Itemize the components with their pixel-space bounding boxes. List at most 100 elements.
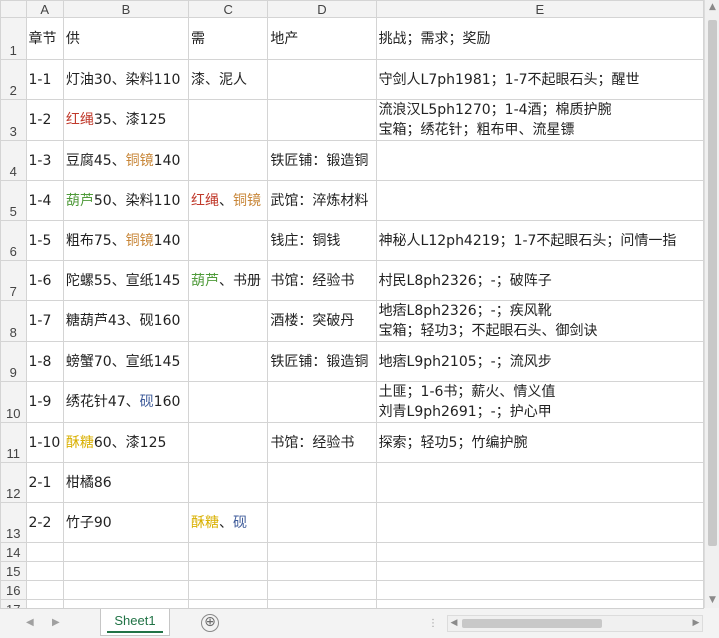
cell-chapter[interactable]: 1-7	[25, 300, 64, 342]
cell-supply[interactable]: 粗布75、铜镜140	[62, 220, 189, 261]
cell-supply[interactable]: 葫芦50、染料110	[62, 180, 189, 221]
cell[interactable]	[62, 599, 189, 608]
cell-challenge[interactable]	[375, 140, 704, 181]
cell[interactable]	[187, 542, 269, 562]
cell-chapter[interactable]: 1-3	[25, 140, 64, 181]
scroll-down-icon[interactable]: ▼	[705, 593, 719, 608]
cell-property[interactable]: 铁匠铺：锻造铜	[267, 140, 377, 181]
cell-chapter[interactable]: 1-4	[25, 180, 64, 221]
cell-property[interactable]: 武馆：淬炼材料	[267, 180, 377, 221]
cell-supply[interactable]: 豆腐45、铜镜140	[62, 140, 189, 181]
cell-demand[interactable]	[187, 341, 269, 382]
cell-supply[interactable]: 灯油30、染料110	[62, 59, 189, 100]
cell-property[interactable]: 酒楼：突破丹	[267, 300, 377, 342]
cell[interactable]: 挑战；需求；奖励	[375, 17, 704, 60]
cell-demand[interactable]: 葫芦、书册	[187, 260, 269, 301]
cell-demand[interactable]: 红绳、铜镜	[187, 180, 269, 221]
cell[interactable]	[267, 580, 377, 600]
cell-property[interactable]: 铁匠铺：锻造铜	[267, 341, 377, 382]
cell-demand[interactable]	[187, 462, 269, 503]
cell-supply[interactable]: 陀螺55、宣纸145	[62, 260, 189, 301]
cell-demand[interactable]	[187, 220, 269, 261]
horizontal-scroll-thumb[interactable]	[462, 619, 602, 628]
cell-property[interactable]	[267, 502, 377, 543]
cell-demand[interactable]	[187, 422, 269, 463]
column-header[interactable]: A	[25, 0, 64, 18]
sheet-tab-active[interactable]: Sheet1	[100, 609, 170, 636]
cell-property[interactable]: 书馆：经验书	[267, 422, 377, 463]
column-header[interactable]: D	[267, 0, 377, 18]
cell-chapter[interactable]: 2-1	[25, 462, 64, 503]
row-header[interactable]: 3	[0, 99, 27, 141]
vertical-scroll-thumb[interactable]	[708, 20, 717, 546]
cell-chapter[interactable]: 1-2	[25, 99, 64, 141]
row-header[interactable]: 2	[0, 59, 27, 100]
column-header[interactable]: C	[187, 0, 269, 18]
row-header[interactable]: 14	[0, 542, 27, 562]
splitter-handle-icon[interactable]: ⋮	[428, 618, 439, 629]
cell-demand[interactable]	[187, 381, 269, 423]
cell[interactable]	[267, 561, 377, 581]
prev-sheet-icon[interactable]: ◀	[26, 617, 34, 628]
cell-challenge[interactable]: 探索；轻功5；竹编护腕	[375, 422, 704, 463]
cell-chapter[interactable]: 1-10	[25, 422, 64, 463]
cell-challenge[interactable]: 神秘人L12ph4219；1-7不起眼石头；问情一指	[375, 220, 704, 261]
cell-supply[interactable]: 竹子90	[62, 502, 189, 543]
cell[interactable]: 章节	[25, 17, 64, 60]
next-sheet-icon[interactable]: ▶	[52, 617, 60, 628]
cell-challenge[interactable]	[375, 462, 704, 503]
cell-property[interactable]	[267, 99, 377, 141]
cell-property[interactable]: 书馆：经验书	[267, 260, 377, 301]
cell[interactable]	[375, 580, 704, 600]
scroll-up-icon[interactable]: ▲	[705, 0, 719, 15]
cell[interactable]	[267, 599, 377, 608]
cell[interactable]	[375, 599, 704, 608]
cell-property[interactable]	[267, 381, 377, 423]
column-header[interactable]: B	[62, 0, 189, 18]
cell-chapter[interactable]: 1-8	[25, 341, 64, 382]
cell-challenge[interactable]: 土匪；1-6书；薪火、情义值 刘青L9ph2691；-；护心甲	[375, 381, 704, 423]
row-header[interactable]: 4	[0, 140, 27, 181]
cell-challenge[interactable]: 流浪汉L5ph1270；1-4酒；棉质护腕 宝箱；绣花针；粗布甲、流星镖	[375, 99, 704, 141]
row-header[interactable]: 8	[0, 300, 27, 342]
cell[interactable]: 供	[62, 17, 189, 60]
cell-chapter[interactable]: 1-5	[25, 220, 64, 261]
row-header[interactable]: 7	[0, 260, 27, 301]
cell[interactable]: 需	[187, 17, 269, 60]
row-header[interactable]: 5	[0, 180, 27, 221]
row-header[interactable]: 17	[0, 599, 27, 608]
cell[interactable]	[375, 561, 704, 581]
row-header[interactable]: 16	[0, 580, 27, 600]
cell[interactable]	[187, 599, 269, 608]
cell-supply[interactable]: 酥糖60、漆125	[62, 422, 189, 463]
cell-chapter[interactable]: 2-2	[25, 502, 64, 543]
cell-demand[interactable]	[187, 300, 269, 342]
horizontal-scrollbar[interactable]: ◀ ▶	[447, 615, 703, 632]
scroll-left-icon[interactable]: ◀	[448, 616, 460, 631]
cell-supply[interactable]: 柑橘86	[62, 462, 189, 503]
cell[interactable]	[62, 561, 189, 581]
row-header[interactable]: 6	[0, 220, 27, 261]
row-header[interactable]: 9	[0, 341, 27, 382]
cell[interactable]	[267, 542, 377, 562]
cell-challenge[interactable]	[375, 502, 704, 543]
cell-challenge[interactable]: 守剑人L7ph1981；1-7不起眼石头；醒世	[375, 59, 704, 100]
cell-demand[interactable]: 漆、泥人	[187, 59, 269, 100]
scroll-right-icon[interactable]: ▶	[690, 616, 702, 631]
vertical-scrollbar[interactable]: ▲ ▼	[704, 0, 719, 608]
row-header[interactable]: 15	[0, 561, 27, 581]
cell-property[interactable]	[267, 59, 377, 100]
cell[interactable]	[187, 561, 269, 581]
select-all-corner[interactable]	[0, 0, 27, 18]
cell-challenge[interactable]	[375, 180, 704, 221]
cell-property[interactable]: 钱庄：铜钱	[267, 220, 377, 261]
cell-challenge[interactable]: 地痞L8ph2326；-；疾风靴 宝箱；轻功3；不起眼石头、御剑诀	[375, 300, 704, 342]
cell[interactable]: 地产	[267, 17, 377, 60]
cell[interactable]	[25, 580, 64, 600]
cell-chapter[interactable]: 1-1	[25, 59, 64, 100]
cell-demand[interactable]	[187, 140, 269, 181]
cell-property[interactable]	[267, 462, 377, 503]
row-header[interactable]: 11	[0, 422, 27, 463]
cell-supply[interactable]: 红绳35、漆125	[62, 99, 189, 141]
cell-supply[interactable]: 糖葫芦43、砚160	[62, 300, 189, 342]
